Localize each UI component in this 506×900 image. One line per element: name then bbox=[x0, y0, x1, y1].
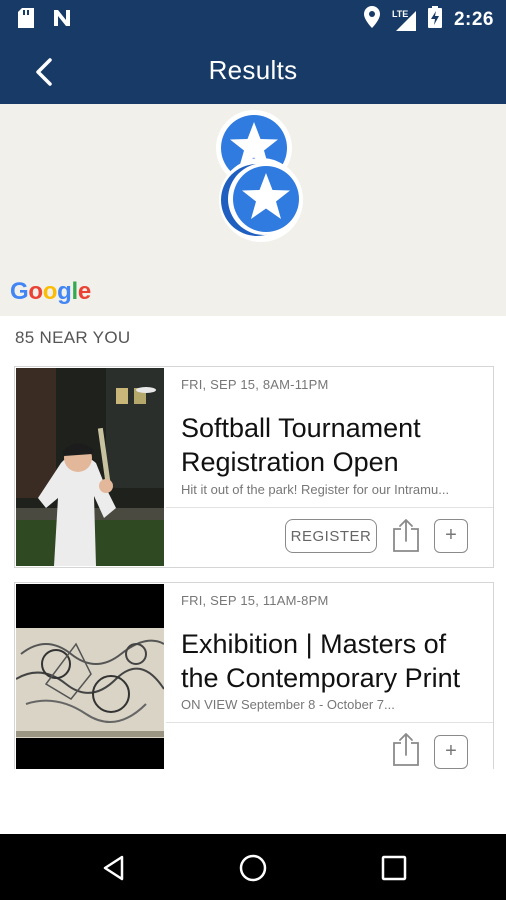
share-icon bbox=[391, 733, 421, 769]
share-button[interactable] bbox=[391, 517, 421, 553]
add-to-calendar-button[interactable]: + bbox=[434, 735, 468, 769]
page-title: Results bbox=[208, 55, 298, 85]
sd-card-icon bbox=[18, 8, 34, 33]
back-triangle-icon bbox=[98, 855, 130, 888]
app-bar: Results bbox=[0, 36, 506, 104]
home-circle-icon bbox=[237, 854, 269, 888]
google-logo-text: Google bbox=[10, 278, 91, 305]
event-datetime: FRI, SEP 15, 11AM-8PM bbox=[181, 593, 329, 608]
event-image bbox=[16, 584, 164, 769]
card-divider bbox=[166, 507, 493, 508]
star-pin-icon bbox=[215, 158, 307, 250]
event-card[interactable]: FRI, SEP 15, 11AM-8PM Exhibition | Maste… bbox=[14, 582, 494, 769]
status-time: 2:26 bbox=[453, 8, 494, 30]
event-title[interactable]: Exhibition | Masters of the Contemporary… bbox=[181, 627, 481, 695]
recents-square-icon bbox=[378, 855, 410, 888]
nav-back-button[interactable] bbox=[98, 852, 130, 884]
notification-n-icon bbox=[52, 8, 72, 33]
event-datetime: FRI, SEP 15, 8AM-11PM bbox=[181, 377, 329, 392]
add-to-calendar-button[interactable]: + bbox=[434, 519, 468, 553]
event-description: Hit it out of the park! Register for our… bbox=[181, 482, 450, 497]
results-count: 85 NEAR YOU bbox=[15, 328, 131, 347]
nav-recents-button[interactable] bbox=[378, 852, 410, 884]
plus-icon: + bbox=[445, 740, 457, 762]
signal-icon: LTE bbox=[392, 9, 416, 31]
register-button[interactable]: REGISTER bbox=[285, 519, 377, 553]
event-title[interactable]: Softball Tournament Registration Open bbox=[181, 411, 481, 479]
share-button[interactable] bbox=[391, 731, 421, 767]
battery-charging-icon bbox=[427, 6, 442, 33]
location-icon bbox=[363, 6, 380, 33]
map-view[interactable]: Google bbox=[0, 104, 506, 316]
status-bar: LTE 2:26 bbox=[0, 0, 506, 36]
event-card[interactable]: FRI, SEP 15, 8AM-11PM Softball Tournamen… bbox=[14, 366, 494, 568]
event-description: ON VIEW September 8 - October 7... bbox=[181, 697, 395, 712]
map-pin[interactable] bbox=[215, 154, 307, 251]
share-icon bbox=[391, 519, 421, 557]
plus-icon: + bbox=[445, 524, 457, 546]
nav-home-button[interactable] bbox=[237, 852, 269, 884]
google-attribution: Google bbox=[10, 278, 91, 306]
system-nav-bar bbox=[0, 834, 506, 900]
card-divider bbox=[166, 722, 493, 723]
event-image bbox=[16, 368, 164, 566]
network-type-label: LTE bbox=[391, 8, 409, 19]
